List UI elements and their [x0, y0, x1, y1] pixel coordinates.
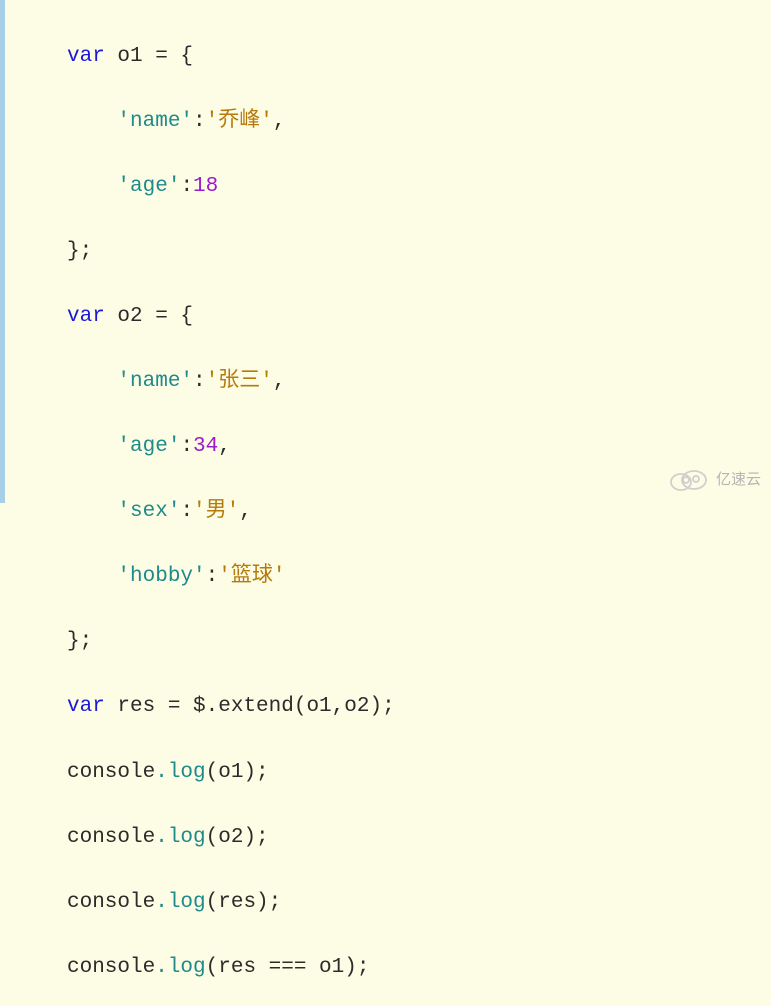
number-value: 18: [193, 175, 218, 198]
console-token: console: [67, 956, 155, 979]
string-value: '乔峰': [206, 110, 273, 133]
keyword-var: var: [67, 695, 105, 718]
close-brace: };: [67, 240, 92, 263]
code-text: [105, 695, 118, 718]
colon: :: [193, 110, 206, 133]
cloud-icon: [666, 467, 710, 493]
object-key: 'age': [117, 175, 180, 198]
code-line: var o1 = {: [5, 41, 771, 74]
code-text: (o1);: [206, 761, 269, 784]
colon: :: [180, 500, 193, 523]
code-line: console.log(o1);: [5, 757, 771, 790]
code-line: };: [5, 236, 771, 269]
comma: ,: [239, 500, 252, 523]
code-text: (o2);: [206, 826, 269, 849]
colon: :: [193, 370, 206, 393]
colon: :: [180, 175, 193, 198]
object-key: 'name': [117, 110, 193, 133]
string-value: '张三': [206, 370, 273, 393]
console-token: console: [67, 761, 155, 784]
code-text: o1 = {: [117, 45, 193, 68]
code-line: var res = $.extend(o1,o2);: [5, 691, 771, 724]
code-line: };: [5, 626, 771, 659]
method-token: .log: [155, 761, 205, 784]
method-token: .log: [155, 891, 205, 914]
object-key: 'hobby': [117, 565, 205, 588]
code-text: [105, 45, 118, 68]
comma: ,: [218, 435, 231, 458]
colon: :: [180, 435, 193, 458]
keyword-var: var: [67, 305, 105, 328]
object-key: 'sex': [117, 500, 180, 523]
code-line: console.log(res === o1);: [5, 952, 771, 985]
number-value: 34: [193, 435, 218, 458]
watermark: 亿速云: [666, 467, 761, 493]
keyword-var: var: [67, 45, 105, 68]
code-line: var o2 = {: [5, 301, 771, 334]
code-line: 'name':'乔峰',: [5, 106, 771, 139]
code-text: res = $.extend(o1,o2);: [117, 695, 394, 718]
object-key: 'age': [117, 435, 180, 458]
code-line: 'sex':'男',: [5, 496, 771, 529]
code-text: [105, 305, 118, 328]
close-brace: };: [67, 630, 92, 653]
watermark-text: 亿速云: [716, 468, 761, 491]
code-line: 'name':'张三',: [5, 366, 771, 399]
console-token: console: [67, 891, 155, 914]
method-token: .log: [155, 826, 205, 849]
code-line: 'age':18: [5, 171, 771, 204]
comma: ,: [273, 370, 286, 393]
string-value: '男': [193, 500, 239, 523]
console-token: console: [67, 826, 155, 849]
comma: ,: [273, 110, 286, 133]
string-value: '篮球': [218, 565, 285, 588]
method-token: .log: [155, 956, 205, 979]
code-text: o2 = {: [117, 305, 193, 328]
colon: :: [206, 565, 219, 588]
code-line: 'age':34,: [5, 431, 771, 464]
code-line: console.log(o2);: [5, 822, 771, 855]
code-text: (res);: [206, 891, 282, 914]
code-block: var o1 = { 'name':'乔峰', 'age':18 }; var …: [0, 0, 771, 503]
code-line: console.log(res);: [5, 887, 771, 920]
code-text: (res === o1);: [206, 956, 370, 979]
object-key: 'name': [117, 370, 193, 393]
code-line: 'hobby':'篮球': [5, 561, 771, 594]
